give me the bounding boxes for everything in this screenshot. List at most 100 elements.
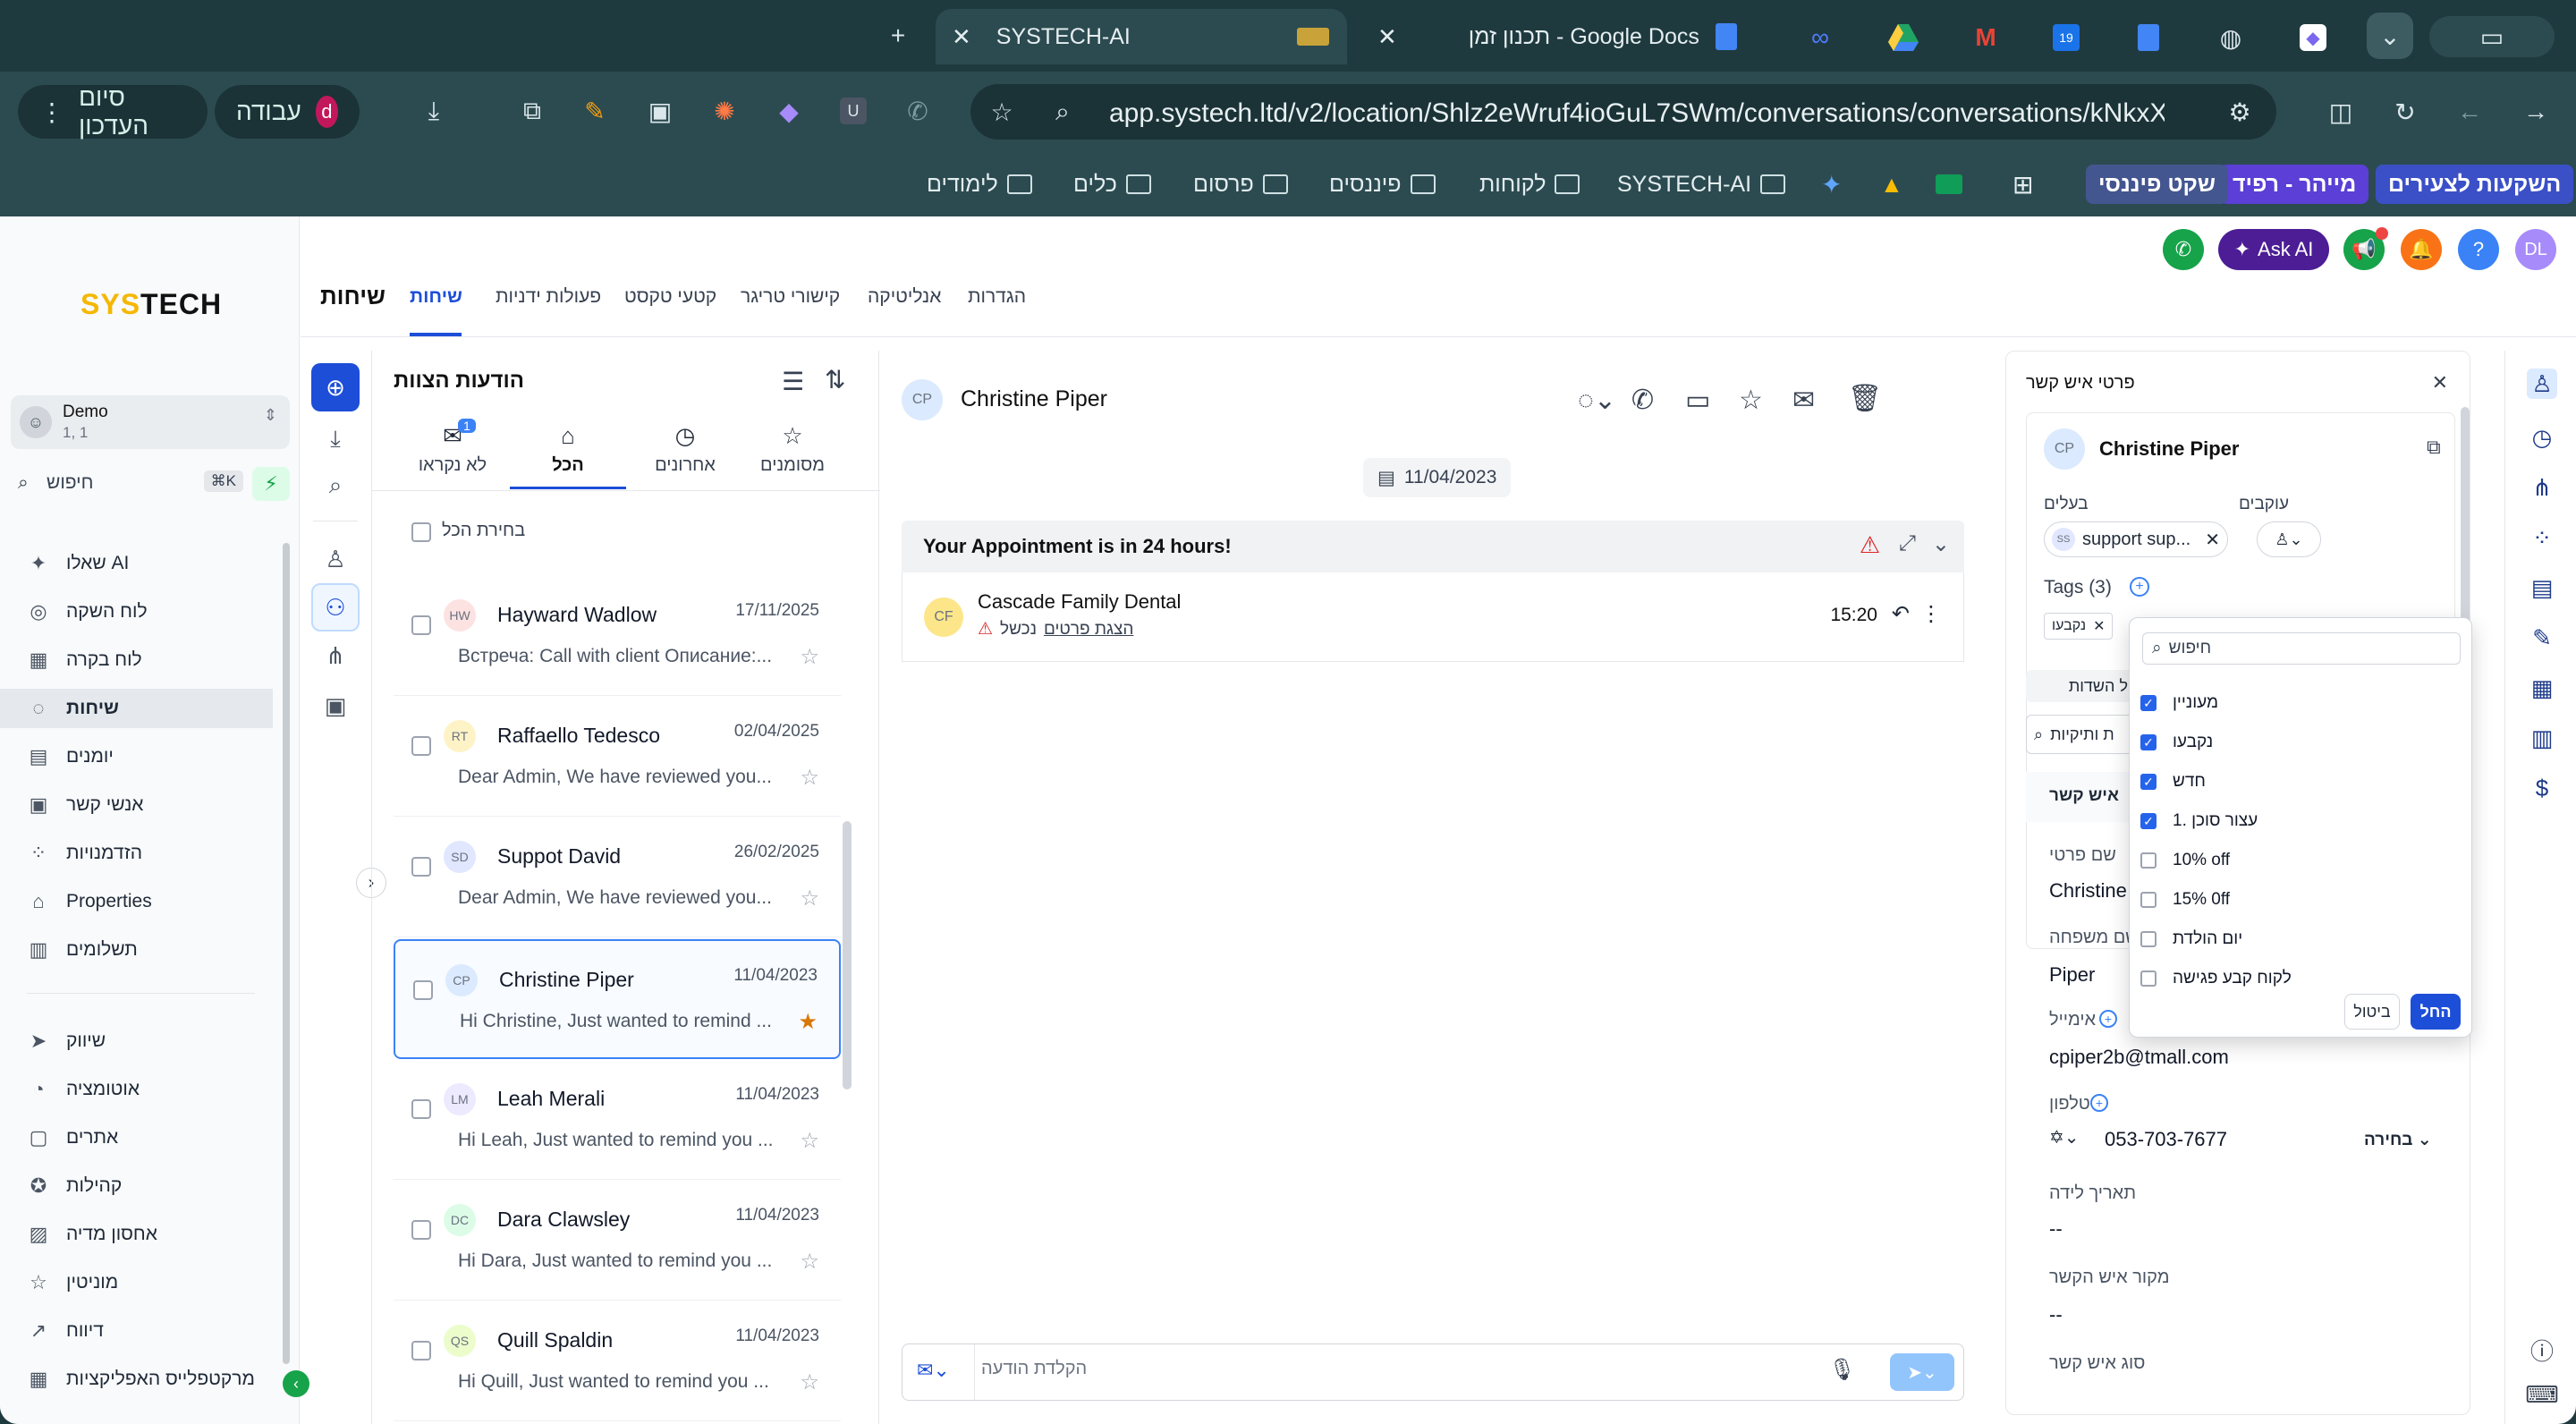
sidebar-item-launchpad[interactable]: ◎ לוח השקה xyxy=(18,592,273,631)
inbox-icon[interactable]: ▣ xyxy=(311,682,360,730)
list-item[interactable]: CP Christine Piper 11/04/2023 Hi Christi… xyxy=(394,939,841,1059)
sidebar-item-media-storage[interactable]: ▨ אחסון מדיה xyxy=(18,1215,273,1254)
row-checkbox[interactable] xyxy=(411,1341,431,1360)
star-icon[interactable]: ☆ xyxy=(800,644,819,670)
sheets-bookmark-icon[interactable] xyxy=(1936,165,1962,204)
tab-manual-actions[interactable]: פעולות ידניות xyxy=(496,286,601,308)
split-view-icon[interactable]: ◫ xyxy=(2322,93,2360,131)
sidebar-item-opportunities[interactable]: ⁘ הזדמנויות xyxy=(18,834,273,873)
bookmark-learning-folder[interactable]: לימודים xyxy=(927,165,1032,204)
filter-icon[interactable]: ☰ xyxy=(782,367,804,396)
list-item[interactable]: RT Raffaello Tedesco 02/04/2025 Dear Adm… xyxy=(394,697,841,817)
message-input[interactable]: הקלדת הודעה xyxy=(981,1359,1087,1379)
list-item[interactable]: LM Leah Merali 11/04/2023 Hi Leah, Just … xyxy=(394,1060,841,1180)
phone-value[interactable]: 053-703-7677 xyxy=(2105,1128,2227,1151)
call-icon[interactable]: ✆ xyxy=(1631,385,1654,416)
row-checkbox[interactable] xyxy=(411,857,431,877)
filter-all[interactable]: ⌂ הכל xyxy=(510,422,626,476)
add-phone-icon[interactable]: + xyxy=(2090,1094,2108,1112)
bookmark-finance-folder[interactable]: פיננסים xyxy=(1329,165,1436,204)
document-icon[interactable]: ▥ xyxy=(2527,723,2557,753)
meta-icon[interactable]: ∞ xyxy=(1802,20,1838,55)
phone-type-select[interactable]: בחירה ⌄ xyxy=(2364,1130,2432,1150)
star-icon[interactable]: ☆ xyxy=(800,886,819,911)
gemini-bookmark-icon[interactable]: ✦ xyxy=(1821,165,1842,204)
site-settings-icon[interactable]: ⚙ xyxy=(2223,95,2257,129)
add-email-icon[interactable]: + xyxy=(2099,1010,2117,1028)
trash-icon[interactable]: 🗑 xyxy=(1848,383,1882,414)
remove-tag-icon[interactable]: ✕ xyxy=(2093,617,2105,635)
checkbox-unchecked[interactable] xyxy=(2140,852,2157,869)
drive-bookmark-icon[interactable]: ▲ xyxy=(1880,165,1903,204)
sidebar-item-sites[interactable]: ▢ אתרים xyxy=(18,1118,273,1157)
bookmark-clients-folder[interactable]: לקוחות xyxy=(1479,165,1580,204)
sidebar-item-marketing[interactable]: ➤ שיווק xyxy=(18,1021,273,1061)
star-icon[interactable]: ☆ xyxy=(800,765,819,791)
list-scrollbar[interactable] xyxy=(843,821,852,1089)
tab-analytics[interactable]: אנליטיקה xyxy=(868,286,941,308)
fields-search[interactable]: ⌕ ת ותיקיות xyxy=(2026,715,2133,754)
bookmark-star-icon[interactable]: ☆ xyxy=(985,95,1019,129)
star-icon[interactable]: ☆ xyxy=(800,1369,819,1395)
bookmark-ads-folder[interactable]: פרסום xyxy=(1193,165,1288,204)
email-value[interactable]: cpiper2b@tmall.com xyxy=(2049,1046,2229,1069)
pencil-icon[interactable]: ✎ xyxy=(2527,623,2557,653)
apply-button[interactable]: החל xyxy=(2411,994,2461,1030)
sparkle-extension-icon[interactable]: ✺ xyxy=(707,93,742,129)
message-card[interactable]: CF Cascade Family Dental ⚠ נכשל הצגת פרט… xyxy=(902,572,1964,662)
url-box[interactable]: ☆ ⌕ app.systech.ltd/v2/location/Shlz2eWr… xyxy=(970,84,2276,140)
history-icon[interactable]: ◷ xyxy=(2527,422,2557,453)
tab-snippets[interactable]: קטעי טקסט xyxy=(624,286,716,308)
person-icon[interactable]: ♙ xyxy=(311,535,360,583)
chat-bubble-dropdown-icon[interactable]: ◌⌄ xyxy=(1578,385,1616,416)
gmail-icon[interactable]: M xyxy=(1968,20,2004,55)
checkbox-checked[interactable]: ✓ xyxy=(2140,695,2157,711)
sidebar-item-contacts[interactable]: ▣ אנשי קשר xyxy=(18,785,273,825)
bookmark-investing[interactable]: השקעות לצעירים xyxy=(2376,165,2574,204)
send-button[interactable]: ➤⌄ xyxy=(1890,1353,1954,1391)
docs-icon[interactable] xyxy=(2131,20,2166,55)
profile-switch-icon[interactable]: ▭ xyxy=(2429,16,2555,57)
workflow-icon[interactable]: ⋔ xyxy=(2527,472,2557,503)
phone-icon[interactable]: ✆ xyxy=(2163,229,2204,270)
tab-list-chevron-icon[interactable]: ⌄ xyxy=(2367,13,2413,59)
calendar-favicon-icon[interactable]: 19 xyxy=(2048,20,2084,55)
row-checkbox[interactable] xyxy=(411,1099,431,1119)
list-item[interactable]: QS Quill Spaldin 11/04/2023 Hi Quill, Ju… xyxy=(394,1301,841,1421)
phone-extension-icon[interactable]: ✆ xyxy=(900,93,936,129)
sidebar-item-reporting[interactable]: ↗ דיווח xyxy=(18,1311,273,1351)
clickup-icon[interactable]: ◆ xyxy=(2295,20,2331,55)
tab-settings[interactable]: הגדרות xyxy=(968,286,1026,308)
search-icon[interactable]: ⌕ xyxy=(311,462,360,510)
quick-action-bolt-icon[interactable]: ⚡ xyxy=(252,467,290,501)
forward-arrow-icon[interactable]: ← xyxy=(2451,93,2488,131)
zoom-icon[interactable]: ⌕ xyxy=(1046,95,1080,129)
download-icon[interactable]: ⤓ xyxy=(311,415,360,463)
microphone-icon[interactable]: 🎙 xyxy=(1829,1357,1856,1383)
checkbox-unchecked[interactable] xyxy=(2140,892,2157,908)
chevron-down-icon[interactable]: ⌄ xyxy=(1932,531,1950,557)
sidebar-item-ask-ai[interactable]: ✦ שאלו AI xyxy=(18,544,273,583)
globe-icon[interactable]: ◍ xyxy=(2213,20,2249,55)
tab-conversations[interactable]: שיחות xyxy=(410,286,462,308)
owner-select[interactable]: SS support sup... ✕ xyxy=(2044,521,2228,557)
sidebar-item-conversations[interactable]: ◌ שיחות xyxy=(0,689,273,728)
tag-option-10-off[interactable]: 10% off xyxy=(2140,847,2230,874)
sidebar-item-calendars[interactable]: ▤ יומנים xyxy=(18,737,273,776)
opportunities-icon[interactable]: ⁘ xyxy=(2527,522,2557,553)
close-tab-icon[interactable]: ✕ xyxy=(1377,23,1397,51)
expand-icon[interactable]: ⤢ xyxy=(1899,531,1916,556)
info-icon[interactable]: ⓘ xyxy=(2527,1335,2557,1365)
row-checkbox[interactable] xyxy=(411,1220,431,1240)
bookmark-financial-quiet[interactable]: שקט פיננסי xyxy=(2086,165,2229,204)
crystal-extension-icon[interactable]: ◆ xyxy=(771,93,807,129)
tag-option-client-booked[interactable]: לקוח קבע פגישה xyxy=(2140,965,2292,992)
sidebar-search[interactable]: ⌕ חיפוש ⌘K xyxy=(11,467,243,501)
apps-grid-icon[interactable]: ⊞ xyxy=(2012,165,2033,204)
bookmark-meyher[interactable]: מייהר - רפיד xyxy=(2220,165,2369,204)
new-conversation-icon[interactable]: ⊕ xyxy=(311,363,360,411)
tag-chip[interactable]: נקבעו ✕ xyxy=(2044,613,2114,640)
sidebar-item-dashboard[interactable]: ▦ לוח בקרה xyxy=(18,640,273,680)
star-icon[interactable]: ☆ xyxy=(1739,385,1763,416)
tag-option-stop-agent[interactable]: ✓ 1. עצור סוכן xyxy=(2140,808,2258,835)
